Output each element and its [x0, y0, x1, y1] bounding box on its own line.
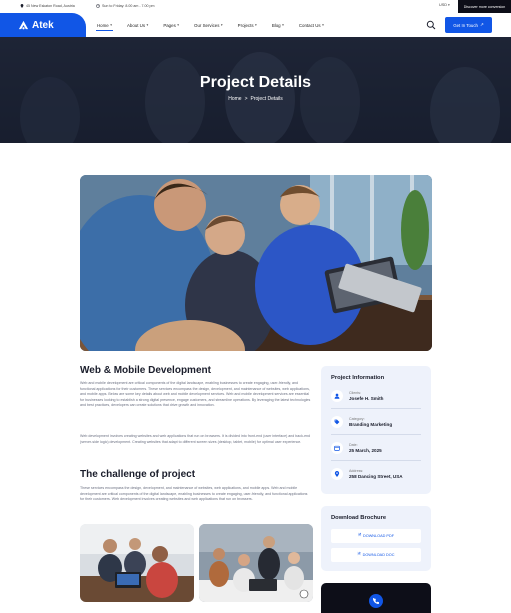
file-doc-icon: 🗎	[357, 552, 361, 556]
project-main-image	[80, 175, 432, 351]
download-title: Download Brochure	[331, 515, 387, 521]
address-text: 45 New Eskaton Road, Austria	[26, 4, 75, 8]
info-row-category: Category: Branding Marketing	[331, 416, 392, 428]
page-hero: Project Details Home > Project Details	[0, 37, 511, 143]
logo-icon	[18, 20, 29, 29]
currency-label: USD	[439, 3, 448, 7]
chevron-down-icon: ▾	[255, 23, 257, 27]
info-value: 258 Dancing Street, USA	[349, 474, 403, 479]
nav-item-about[interactable]: About Us ▾	[126, 23, 149, 28]
top-bar: 45 New Eskaton Road, Austria Sun to Frid…	[0, 0, 511, 13]
project-gallery-image-1	[80, 524, 194, 602]
nav-item-pages[interactable]: Pages ▾	[162, 23, 180, 28]
chevron-down-icon: ▾	[282, 23, 284, 27]
project-information-card: Project Information Clients: Josefe H. Sm…	[321, 366, 431, 494]
user-icon	[331, 390, 343, 402]
divider	[331, 408, 421, 409]
phone-icon[interactable]	[369, 594, 383, 608]
download-doc-label: DOWNLOAD DOC	[362, 553, 395, 557]
calendar-icon	[331, 442, 343, 454]
promo-text: Discover more conversion	[463, 4, 506, 9]
project-gallery-image-2	[199, 524, 313, 602]
info-label: Category:	[349, 417, 365, 421]
paragraph-web-dev: Web development involves creating websit…	[80, 434, 311, 444]
info-value: Josefe H. Smith	[349, 396, 384, 401]
chevron-down-icon: ▾	[322, 23, 324, 27]
get-in-touch-button[interactable]: Get In Touch ↗	[445, 17, 492, 33]
project-info-title: Project Information	[331, 375, 385, 381]
currency-select[interactable]: USD ▾	[439, 3, 450, 7]
chevron-down-icon: ▾	[110, 23, 112, 27]
breadcrumb-separator: >	[244, 96, 248, 102]
info-label: Date:	[349, 443, 358, 447]
cta-label: Get In Touch	[453, 22, 479, 28]
promo-strip[interactable]: Discover more conversion	[458, 0, 511, 13]
contact-card	[321, 583, 431, 613]
chevron-down-icon: ▾	[177, 23, 180, 27]
office-discussion-illustration	[199, 524, 313, 602]
info-row-date: Date: 25 March, 2025	[331, 442, 382, 454]
divider	[331, 434, 421, 435]
file-pdf-icon: 🗎	[357, 533, 362, 537]
logo-text: Atek	[32, 19, 54, 31]
info-label: Clients:	[349, 391, 361, 395]
breadcrumb-current: Project Details	[250, 96, 283, 102]
arrow-up-right-icon: ↗	[480, 22, 484, 27]
tag-icon	[331, 416, 343, 428]
location-pin-icon	[20, 4, 24, 8]
logo[interactable]: Atek	[0, 13, 86, 37]
info-row-client: Clients: Josefe H. Smith	[331, 390, 383, 402]
download-pdf-label: DOWNLOAD PDF	[363, 534, 395, 538]
chevron-down-icon: ▾	[220, 23, 223, 27]
hours-text: Sun to Friday: 8.00 am - 7.00 pm	[102, 4, 155, 8]
info-value: 25 March, 2025	[349, 448, 382, 453]
paragraph-intro: Web and mobile development are critical …	[80, 381, 311, 408]
nav-label: Contact Us	[298, 22, 321, 28]
team-meeting-illustration	[80, 175, 432, 351]
chevron-down-icon: ▾	[146, 23, 149, 27]
info-row-address: Address: 258 Dancing Street, USA	[331, 468, 403, 480]
address-info: 45 New Eskaton Road, Austria	[20, 4, 75, 8]
nav-item-contact[interactable]: Contact Us ▾	[298, 23, 325, 28]
nav-label: Pages	[163, 22, 176, 28]
nav-item-blog[interactable]: Blog ▾	[271, 23, 285, 28]
section-heading-web-mobile: Web & Mobile Development	[80, 365, 211, 376]
section-heading-challenge: The challenge of project	[80, 469, 196, 480]
nav-menu: Home ▾ About Us ▾ Pages ▾ Our Services ▾ Pro…	[96, 13, 338, 37]
info-label: Address:	[349, 469, 364, 473]
page-title: Project Details	[199, 74, 312, 91]
chevron-down-icon: ▾	[448, 3, 450, 7]
nav-label: About Us	[126, 22, 146, 28]
download-doc-button[interactable]: 🗎 DOWNLOAD DOC	[331, 548, 421, 562]
breadcrumb-home[interactable]: Home	[228, 96, 241, 102]
divider	[331, 460, 421, 461]
nav-item-projects[interactable]: Projects ▾	[237, 23, 258, 28]
paragraph-challenge: These services encompass the design, dev…	[80, 486, 308, 502]
clock-icon	[96, 4, 100, 8]
nav-label: Blog	[271, 22, 281, 28]
nav-label: Our Services	[194, 22, 220, 28]
search-icon[interactable]	[426, 20, 436, 30]
info-value: Branding Marketing	[349, 422, 393, 427]
hours-info: Sun to Friday: 8.00 am - 7.00 pm	[96, 4, 155, 8]
location-icon	[331, 468, 343, 480]
office-team-illustration	[80, 524, 194, 602]
download-brochure-card: Download Brochure 🗎 DOWNLOAD PDF 🗎 DOWNL…	[321, 506, 431, 571]
nav-item-home[interactable]: Home ▾	[96, 22, 113, 31]
nav-item-services[interactable]: Our Services ▾	[193, 23, 224, 28]
breadcrumb: Home > Project Details	[0, 96, 511, 102]
nav-label: Projects	[237, 22, 254, 28]
main-navigation: Atek Home ▾ About Us ▾ Pages ▾ Our Services…	[0, 13, 511, 37]
download-pdf-button[interactable]: 🗎 DOWNLOAD PDF	[331, 529, 421, 543]
nav-label: Home	[97, 22, 109, 28]
